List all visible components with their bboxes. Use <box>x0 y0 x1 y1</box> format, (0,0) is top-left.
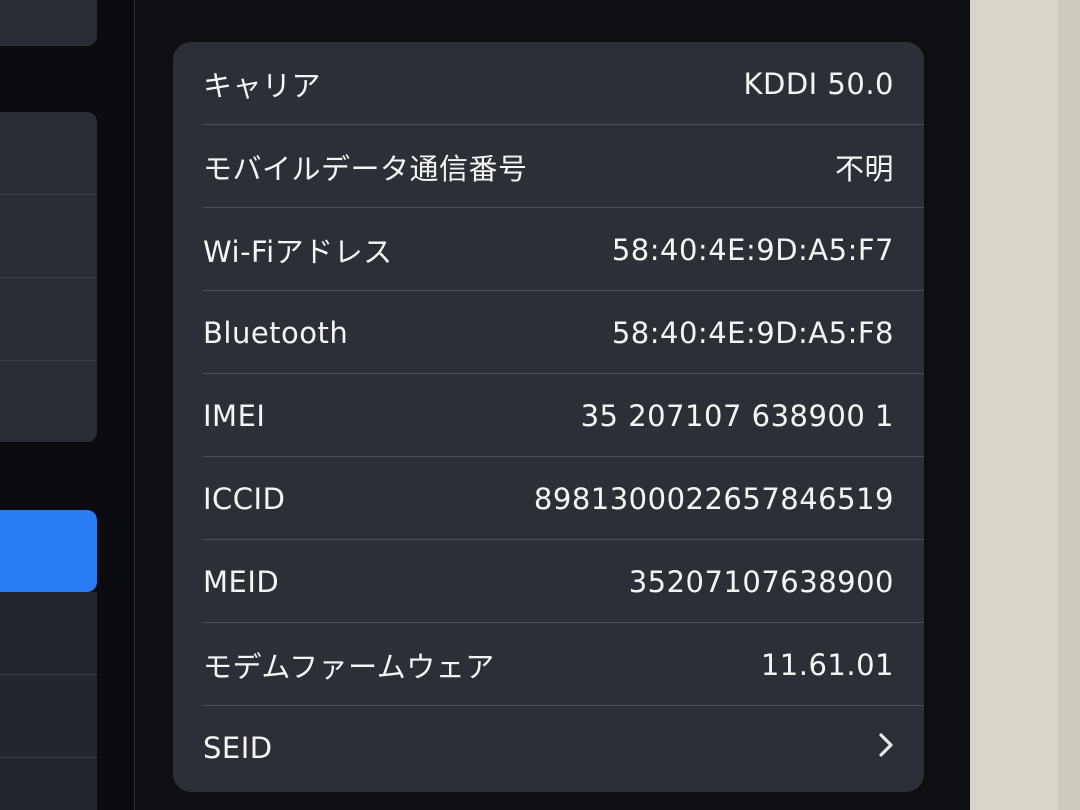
row-label: モバイルデータ通信番号 <box>203 151 528 186</box>
row-label: MEID <box>203 564 280 599</box>
sidebar-item-selected[interactable] <box>0 510 97 592</box>
row-value: 35207107638900 <box>628 564 894 599</box>
row-seid[interactable]: SEID <box>173 706 924 789</box>
row-value: 11.61.01 <box>760 647 894 682</box>
row-value: 58:40:4E:9D:A5:F7 <box>611 232 894 267</box>
row-label: キャリア <box>203 68 322 103</box>
sidebar-group-bottom <box>0 592 97 810</box>
row-modem-firmware: モデムファームウェア 11.61.01 <box>173 623 924 706</box>
row-value: 8981300022657846519 <box>533 481 894 516</box>
about-info-group: キャリア KDDI 50.0 モバイルデータ通信番号 不明 Wi-Fiアドレス … <box>173 42 924 792</box>
row-meid: MEID 35207107638900 <box>173 540 924 623</box>
row-imei: IMEI 35 207107 638900 1 <box>173 374 924 457</box>
row-bluetooth: Bluetooth 58:40:4E:9D:A5:F8 <box>173 291 924 374</box>
row-value: 35 207107 638900 1 <box>580 398 894 433</box>
sidebar-divider <box>0 277 97 278</box>
row-iccid: ICCID 8981300022657846519 <box>173 457 924 540</box>
row-label: モデムファームウェア <box>203 649 495 684</box>
row-label: SEID <box>203 730 273 765</box>
sidebar-divider <box>0 360 97 361</box>
row-label: IMEI <box>203 398 266 433</box>
row-carrier: キャリア KDDI 50.0 <box>173 42 924 125</box>
sidebar-group-top[interactable] <box>0 0 97 46</box>
device-bezel-edge <box>1058 0 1080 810</box>
photo-frame: キャリア KDDI 50.0 モバイルデータ通信番号 不明 Wi-Fiアドレス … <box>0 0 1080 810</box>
sidebar-divider <box>0 757 97 758</box>
row-label: Bluetooth <box>203 315 349 350</box>
sidebar-divider <box>0 674 97 675</box>
chevron-right-icon <box>878 732 894 764</box>
sidebar <box>0 0 134 810</box>
sidebar-divider <box>0 194 97 195</box>
row-value: KDDI 50.0 <box>743 66 894 101</box>
row-value: 不明 <box>834 151 894 186</box>
sidebar-group <box>0 112 97 442</box>
row-label: ICCID <box>203 481 286 516</box>
row-value: 58:40:4E:9D:A5:F8 <box>611 315 894 350</box>
row-wifi-address: Wi-Fiアドレス 58:40:4E:9D:A5:F7 <box>173 208 924 291</box>
row-label: Wi-Fiアドレス <box>203 234 393 269</box>
row-mobile-data-number: モバイルデータ通信番号 不明 <box>173 125 924 208</box>
